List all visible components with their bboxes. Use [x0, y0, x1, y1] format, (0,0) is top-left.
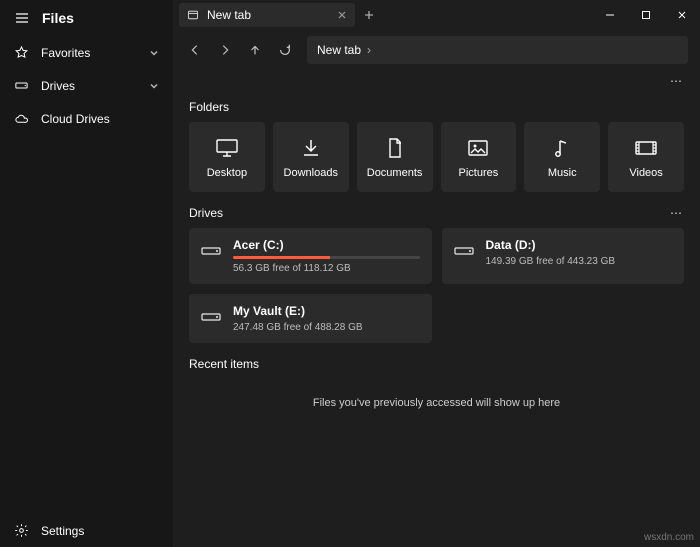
- forward-button[interactable]: [211, 36, 239, 64]
- sidebar-header: Files: [0, 0, 173, 36]
- drive-usage-bar: [233, 256, 420, 259]
- sidebar-item-label: Cloud Drives: [41, 112, 110, 126]
- folder-label: Pictures: [459, 167, 499, 179]
- tab-close-icon[interactable]: [337, 10, 347, 20]
- page-more-icon[interactable]: ⋯: [670, 74, 684, 88]
- titlebar: New tab: [173, 0, 700, 30]
- folder-pictures[interactable]: Pictures: [441, 122, 517, 192]
- folder-music[interactable]: Music: [524, 122, 600, 192]
- sidebar-item-label: Settings: [41, 524, 84, 538]
- music-icon: [552, 135, 572, 161]
- sidebar: Files Favorites Drives Cloud Drive: [0, 0, 173, 547]
- drive-name: My Vault (E:): [233, 304, 420, 318]
- drive-name: Data (D:): [486, 238, 673, 252]
- star-icon: [14, 45, 29, 60]
- new-tab-button[interactable]: [355, 1, 383, 29]
- window-controls: [592, 0, 700, 30]
- tab-label: New tab: [207, 8, 251, 22]
- folder-documents[interactable]: Documents: [357, 122, 433, 192]
- desktop-icon: [214, 135, 240, 161]
- drive-name: Acer (C:): [233, 238, 420, 252]
- drive-c[interactable]: Acer (C:) 56.3 GB free of 118.12 GB: [189, 228, 432, 284]
- window-minimize-button[interactable]: [592, 0, 628, 30]
- window-close-button[interactable]: [664, 0, 700, 30]
- folders-grid: Desktop Downloads Documents Pictures Mus…: [189, 122, 684, 192]
- folder-label: Videos: [629, 167, 662, 179]
- sidebar-item-label: Drives: [41, 79, 75, 93]
- sidebar-item-drives[interactable]: Drives: [0, 69, 173, 102]
- video-icon: [633, 135, 659, 161]
- folder-downloads[interactable]: Downloads: [273, 122, 349, 192]
- folder-label: Desktop: [207, 167, 247, 179]
- drive-e[interactable]: My Vault (E:) 247.48 GB free of 488.28 G…: [189, 294, 432, 343]
- address-bar[interactable]: New tab ›: [307, 36, 688, 64]
- recent-empty-text: Files you've previously accessed will sh…: [189, 379, 684, 433]
- drive-d[interactable]: Data (D:) 149.39 GB free of 443.23 GB: [442, 228, 685, 284]
- hamburger-icon[interactable]: [14, 10, 30, 26]
- main-area: New tab New tab ›: [173, 0, 700, 547]
- picture-icon: [466, 135, 490, 161]
- drive-subtext: 149.39 GB free of 443.23 GB: [486, 256, 673, 267]
- sidebar-item-cloud-drives[interactable]: Cloud Drives: [0, 102, 173, 135]
- window-maximize-button[interactable]: [628, 0, 664, 30]
- address-path: New tab: [317, 43, 361, 57]
- folder-label: Downloads: [284, 167, 338, 179]
- document-icon: [386, 135, 404, 161]
- drives-more-icon[interactable]: ⋯: [670, 206, 684, 220]
- breadcrumb-separator: ›: [367, 43, 371, 57]
- sidebar-item-label: Favorites: [41, 46, 90, 60]
- chevron-down-icon: [149, 81, 159, 91]
- section-title-folders: Folders: [189, 100, 229, 114]
- toolbar: New tab ›: [173, 30, 700, 70]
- section-title-recent: Recent items: [189, 357, 259, 371]
- drive-icon: [14, 78, 29, 93]
- folder-label: Music: [548, 167, 577, 179]
- content: Folders Desktop Downloads Documents Pic: [173, 88, 700, 547]
- gear-icon: [14, 523, 29, 538]
- sidebar-item-favorites[interactable]: Favorites: [0, 36, 173, 69]
- tab-new[interactable]: New tab: [179, 3, 355, 27]
- folder-videos[interactable]: Videos: [608, 122, 684, 192]
- chevron-down-icon: [149, 48, 159, 58]
- download-icon: [300, 135, 322, 161]
- drive-icon: [454, 238, 474, 258]
- drives-grid: Acer (C:) 56.3 GB free of 118.12 GB Data…: [189, 228, 684, 343]
- up-button[interactable]: [241, 36, 269, 64]
- section-title-drives: Drives: [189, 206, 223, 220]
- back-button[interactable]: [181, 36, 209, 64]
- sidebar-item-settings[interactable]: Settings: [0, 514, 173, 547]
- drive-subtext: 247.48 GB free of 488.28 GB: [233, 322, 420, 333]
- app-title: Files: [42, 10, 74, 26]
- cloud-icon: [14, 111, 29, 126]
- tab-home-icon: [187, 9, 199, 21]
- drive-icon: [201, 304, 221, 324]
- watermark: wsxdn.com: [644, 532, 694, 543]
- drive-icon: [201, 238, 221, 258]
- refresh-button[interactable]: [271, 36, 299, 64]
- drive-subtext: 56.3 GB free of 118.12 GB: [233, 263, 420, 274]
- folder-desktop[interactable]: Desktop: [189, 122, 265, 192]
- folder-label: Documents: [367, 167, 423, 179]
